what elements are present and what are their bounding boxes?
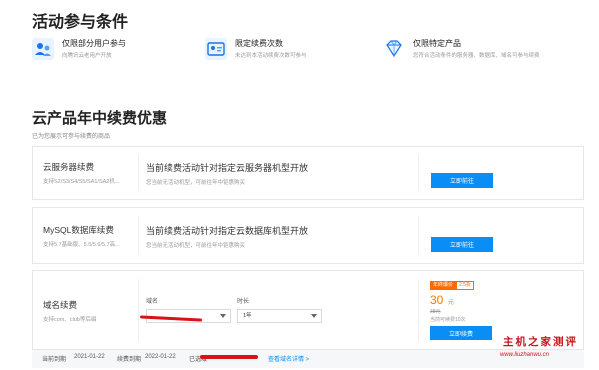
renew-expire-label: 续费到期 (117, 357, 142, 363)
renew-expire-date: 2022-01-22 (145, 354, 176, 360)
condition-title: 仅限部分用户参与 (62, 39, 126, 48)
domain-label: 域名 (146, 299, 159, 305)
redaction-mark (200, 355, 258, 359)
divider (418, 279, 419, 341)
condition-desc: 向腾讯云老用户开放 (62, 53, 112, 59)
promo-badge-discount: 2.5折 (456, 281, 474, 290)
activity-message-sub: 您当前无活动机型，可前往年中钜惠购买 (146, 180, 246, 186)
promo-price: 30 元 (430, 291, 454, 309)
product-spec: 支持5.7基础版、5.5/5.6/5.7高... (43, 242, 120, 248)
conditions-title: 活动参与条件 (32, 14, 129, 31)
price-value: 30 (430, 293, 444, 307)
view-domain-details-link[interactable]: 查看域名详情 > (268, 354, 309, 363)
diamond-icon (386, 40, 402, 58)
condition-renew-count: 限定续费次数 未达到本活动续费次数可参与 (205, 38, 375, 68)
chevron-down-icon (220, 314, 226, 318)
current-expire-date: 2021-01-22 (74, 354, 105, 360)
product-name: MySQL数据库续费 (43, 225, 114, 235)
duration-select[interactable]: 1年 (237, 309, 322, 323)
go-now-button[interactable]: 立即前往 (431, 173, 493, 188)
promo-badge: 年终爆价 2.5折 (430, 281, 474, 290)
product-name: 云服务器续费 (43, 162, 95, 172)
price-unit: 元 (447, 300, 454, 306)
renew-limit-note: 当前可续费10次 (430, 317, 466, 323)
watermark-url: www.liuzhanwu.cn (500, 352, 550, 358)
product-name: 域名续费 (43, 300, 78, 310)
renew-now-button[interactable]: 立即续费 (430, 326, 492, 340)
product-spec: 支持com、club等后缀 (43, 317, 97, 323)
condition-desc: 您符合活动条件的服务器、数据库、域名可参与续费 (413, 53, 540, 59)
watermark-text: 主机之家测评 (503, 336, 578, 348)
activity-message: 当前续费活动针对指定云数据库机型开放 (146, 226, 309, 236)
activity-message-sub: 您当前无活动机型，可前往年中钜惠购买 (146, 243, 246, 249)
condition-title: 仅限特定产品 (413, 39, 461, 48)
card-domain-renewal: 域名续费 支持com、club等后缀 域名 时长 1年 年终爆价 2.5折 30… (32, 270, 584, 350)
current-expire-label: 当前到期 (42, 357, 67, 363)
renewal-subtitle: 已为您展示可参与续费的商品 (32, 134, 111, 140)
divider (418, 155, 419, 191)
condition-user-scope: 仅限部分用户参与 向腾讯云老用户开放 (32, 38, 202, 68)
activity-message: 当前续费活动针对指定云服务器机型开放 (146, 163, 309, 173)
duration-select-value: 1年 (243, 313, 252, 319)
original-price: 38元 (430, 309, 441, 315)
condition-desc: 未达到本活动续费次数可参与 (235, 53, 307, 59)
chevron-down-icon (311, 314, 317, 318)
condition-title: 限定续费次数 (235, 39, 283, 48)
card-mysql-renewal: MySQL数据库续费 支持5.7基础版、5.5/5.6/5.7高... 当前续费… (32, 207, 584, 264)
duration-label: 时长 (237, 299, 250, 305)
promo-badge-label: 年终爆价 (430, 281, 457, 290)
users-icon (32, 38, 54, 60)
divider (138, 279, 139, 341)
go-now-button[interactable]: 立即前往 (431, 237, 493, 252)
divider (418, 216, 419, 255)
card-cvm-renewal: 云服务器续费 支持S2/S3/S4/S5/SA1/SA2机... 当前续费活动针… (32, 146, 584, 200)
product-spec: 支持S2/S3/S4/S5/SA1/SA2机... (43, 179, 120, 185)
id-card-icon (205, 38, 227, 60)
renewal-title: 云产品年中续费优惠 (32, 110, 168, 127)
condition-product-scope: 仅限特定产品 您符合活动条件的服务器、数据库、域名可参与续费 (383, 38, 553, 68)
divider (138, 155, 139, 191)
divider (138, 216, 139, 255)
